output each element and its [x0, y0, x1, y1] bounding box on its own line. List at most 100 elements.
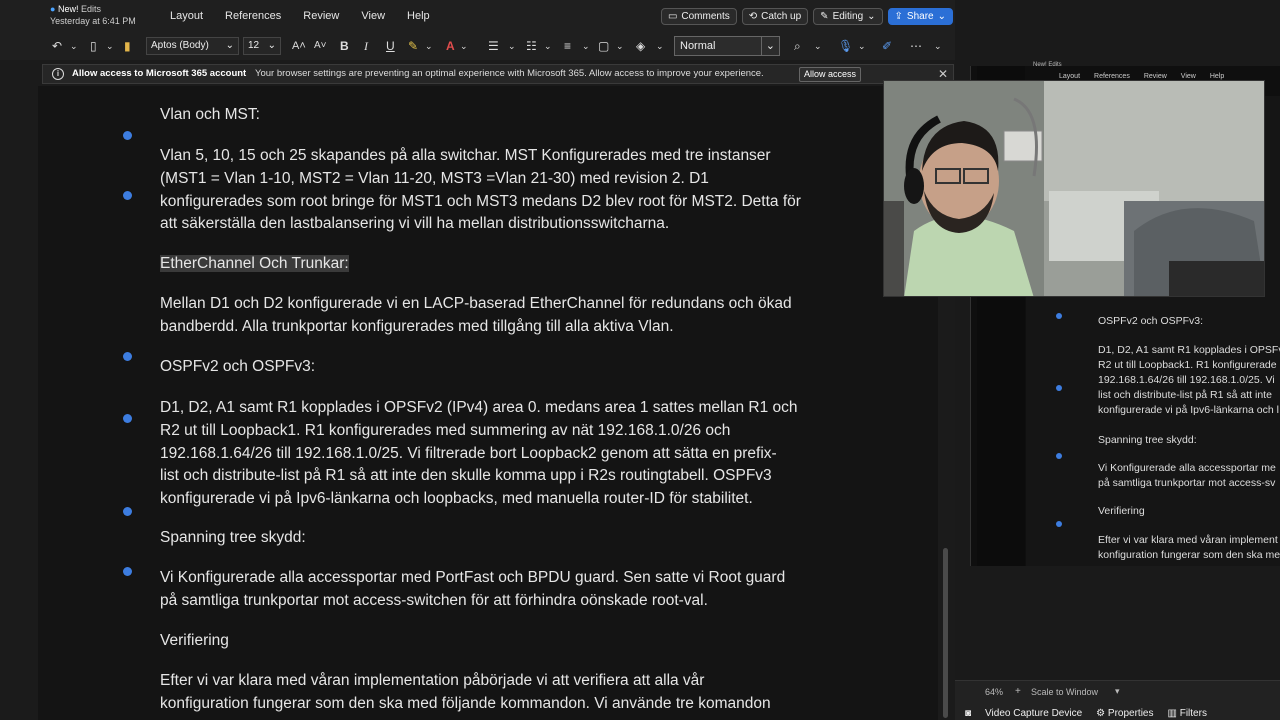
- preview-line: konfiguration fungerar som den ska me: [1098, 549, 1280, 561]
- preview-menu-item: Layout: [1059, 73, 1081, 80]
- undo-chevron-icon[interactable]: ⌄: [70, 37, 78, 55]
- preview-line: Efter vi var klara med våran implement: [1098, 534, 1278, 546]
- preview-line: OSPFv2 och OSPFv3:: [1098, 315, 1204, 327]
- bullets-icon[interactable]: ☰: [488, 37, 499, 55]
- preview-bullet: [1056, 453, 1062, 459]
- heading-verifiering: Verifiering: [160, 632, 229, 649]
- tab-references[interactable]: References: [225, 10, 281, 22]
- tab-view[interactable]: View: [361, 10, 385, 22]
- comment-marker[interactable]: [123, 191, 132, 200]
- borders-chevron-icon[interactable]: ⌄: [616, 37, 624, 55]
- find-chevron-icon[interactable]: ⌄: [814, 37, 822, 55]
- comment-marker[interactable]: [123, 414, 132, 423]
- font-color-icon[interactable]: A: [446, 37, 455, 55]
- scale-mode[interactable]: Scale to Window: [1031, 687, 1098, 697]
- menu-tabs: Layout References Review View Help: [170, 10, 452, 22]
- font-color-chevron-icon[interactable]: ⌄: [460, 37, 468, 55]
- style-box[interactable]: Normal ⌄: [674, 36, 780, 56]
- borders-icon[interactable]: ▢: [598, 37, 609, 55]
- text-line: konfiguration fungerar som den ska med f…: [160, 694, 771, 712]
- editor-icon[interactable]: ✐: [882, 37, 892, 55]
- preview-line: Vi Konfigurerade alla accessportar me: [1098, 462, 1276, 474]
- font-name-box[interactable]: Aptos (Body) ⌄: [146, 37, 239, 55]
- preview-bullet: [1056, 385, 1062, 391]
- shading-chevron-icon[interactable]: ⌄: [656, 37, 664, 55]
- highlight-icon[interactable]: ✎: [408, 37, 418, 55]
- editing-button[interactable]: ✎ Editing ⌄: [813, 8, 883, 25]
- ribbon-collapse-icon[interactable]: ⌄: [934, 37, 942, 55]
- format-painter-icon[interactable]: ▮: [124, 37, 131, 55]
- catchup-button[interactable]: ⟲ Catch up: [741, 8, 809, 25]
- text-line: R2 ut till Loopback1. R1 konfigurerades …: [160, 421, 731, 439]
- size-chevron-icon: ⌄: [267, 40, 276, 51]
- comment-marker[interactable]: [123, 352, 132, 361]
- numbering-chevron-icon[interactable]: ⌄: [544, 37, 552, 55]
- obs-controls: 64% + Scale to Window ▾ ◙ Video Capture …: [955, 680, 1280, 720]
- font-size-box[interactable]: 12 ⌄: [243, 37, 281, 55]
- screen: ● New! Edits Yesterday at 6:41 PM Layout…: [0, 0, 1280, 720]
- bold-icon[interactable]: B: [340, 37, 349, 55]
- heading-etherchannel-text: EtherChannel Och Trunkar:: [160, 255, 349, 272]
- ribbon: ↶ ⌄ ▯ ⌄ ▮ Aptos (Body) ⌄ 12 ⌄ A˄ A˅ B I U …: [0, 32, 955, 60]
- dictate-icon[interactable]: 🎙: [838, 37, 853, 55]
- preview-line: R2 ut till Loopback1. R1 konfigurerade: [1098, 359, 1277, 371]
- heading-spanning-tree: Spanning tree skydd:: [160, 529, 306, 546]
- heading-etherchannel: EtherChannel Och Trunkar:: [160, 253, 860, 276]
- font-size: 12: [248, 40, 260, 51]
- font-chevron-icon: ⌄: [225, 40, 234, 51]
- preview-line: 192.168.1.64/26 till 192.168.1.0/25. Vi: [1098, 374, 1275, 386]
- dictate-chevron-icon[interactable]: ⌄: [858, 37, 866, 55]
- numbering-icon[interactable]: ☷: [526, 37, 537, 55]
- allow-access-button[interactable]: Allow access: [799, 67, 862, 82]
- filters-button[interactable]: ▥ Filters: [1167, 708, 1206, 720]
- share-button[interactable]: ⇪ Share ⌄: [887, 8, 953, 25]
- comment-icon: ▭: [667, 11, 678, 22]
- scale-dropdown-icon[interactable]: ▾: [1115, 686, 1120, 697]
- clipboard-chevron-icon[interactable]: ⌄: [106, 37, 114, 55]
- text-line: Mellan D1 och D2 konfigurerade vi en LAC…: [160, 295, 792, 312]
- undo-icon[interactable]: ↶: [52, 37, 62, 55]
- highlight-chevron-icon[interactable]: ⌄: [425, 37, 433, 55]
- bullets-chevron-icon[interactable]: ⌄: [508, 37, 516, 55]
- chevron-down-icon: ⌄: [867, 11, 876, 22]
- comment-marker[interactable]: [123, 567, 132, 576]
- text-line: att säkerställa den lastbalansering vi v…: [160, 215, 670, 233]
- share-label: Share: [906, 11, 934, 22]
- comments-label: Comments: [681, 11, 730, 22]
- camera-icon: ◙: [965, 708, 972, 719]
- underline-icon[interactable]: U: [386, 37, 395, 55]
- properties-button[interactable]: ⚙ Properties: [1096, 708, 1153, 720]
- notice-message: Your browser settings are preventing an …: [255, 68, 764, 79]
- zoom-level: 64%: [985, 687, 1004, 697]
- title-bar: ● New! Edits Yesterday at 6:41 PM Layout…: [0, 0, 955, 32]
- italic-icon[interactable]: I: [364, 37, 368, 55]
- source-toolbar: ◙ Video Capture Device ⚙ Properties ▥ Fi…: [965, 708, 1280, 720]
- clipboard-icon[interactable]: ▯: [90, 37, 97, 55]
- align-chevron-icon[interactable]: ⌄: [582, 37, 590, 55]
- comments-button[interactable]: ▭ Comments: [660, 8, 737, 25]
- shrink-font-icon[interactable]: A˅: [314, 37, 327, 55]
- comment-marker[interactable]: [123, 507, 132, 516]
- find-icon[interactable]: ⌕: [794, 37, 801, 55]
- filter-icon: ▥: [1167, 708, 1177, 719]
- webcam-feed: [883, 80, 1265, 297]
- tab-help[interactable]: Help: [407, 10, 430, 22]
- tab-review[interactable]: Review: [303, 10, 339, 22]
- grow-font-icon[interactable]: A˄: [292, 37, 306, 55]
- more-options-icon[interactable]: ⋯: [910, 37, 922, 55]
- text-line: konfigurerades som root bringe för MST1 …: [160, 192, 801, 210]
- text-line: konfigurerade vi på Ipv6-länkarna och lo…: [160, 490, 753, 508]
- text-line: Vlan 5, 10, 15 och 25 skapandes på alla …: [160, 147, 771, 164]
- text-line: på samtliga trunkportar mot access-switc…: [160, 591, 708, 609]
- tab-layout[interactable]: Layout: [170, 10, 203, 22]
- align-icon[interactable]: ≡: [564, 37, 571, 55]
- document-page[interactable]: Vlan och MST: Vlan 5, 10, 15 och 25 skap…: [38, 86, 938, 720]
- shading-icon[interactable]: ◈: [636, 37, 645, 55]
- zoom-in-icon[interactable]: +: [1015, 686, 1021, 697]
- preview-line: Spanning tree skydd:: [1098, 434, 1197, 446]
- comment-marker[interactable]: [123, 131, 132, 140]
- title-buttons: ▭ Comments ⟲ Catch up ✎ Editing ⌄ ⇪ Share ⌄: [660, 8, 953, 25]
- file-status[interactable]: ● New! Edits Yesterday at 6:41 PM: [50, 3, 136, 27]
- scrollbar-thumb[interactable]: [943, 548, 948, 718]
- text-line: list och distribute-list på R1 så att in…: [160, 467, 772, 485]
